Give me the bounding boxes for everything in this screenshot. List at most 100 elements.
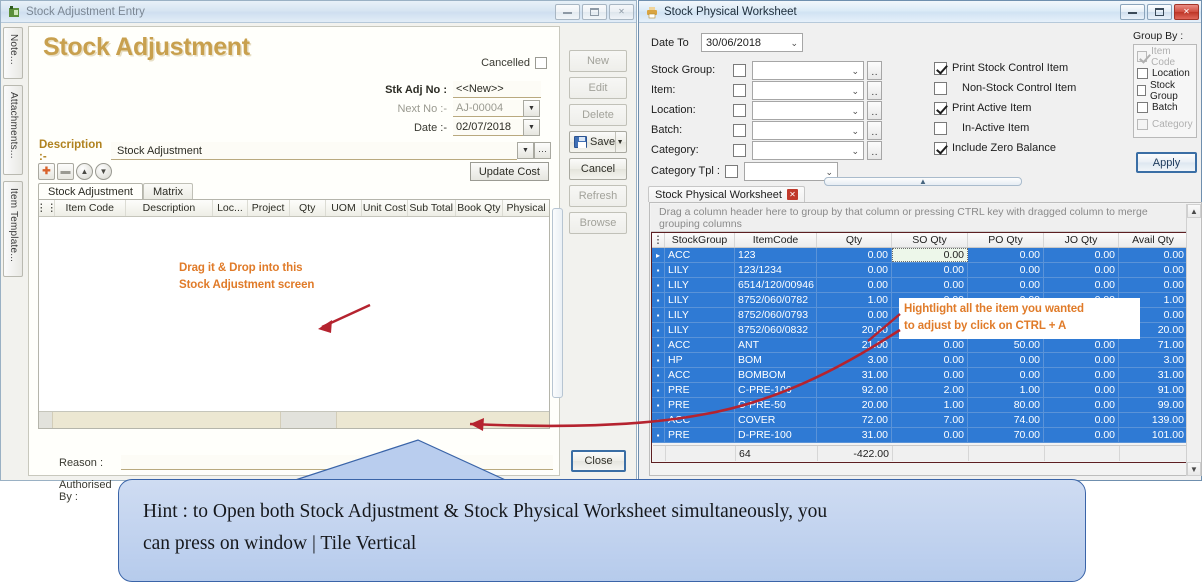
col-jo-qty[interactable]: JO Qty xyxy=(1044,233,1119,247)
add-row-icon[interactable]: ✚ xyxy=(38,163,55,180)
cell-avail-qty[interactable]: 3.00 xyxy=(1119,353,1187,367)
filter-category-checkbox[interactable] xyxy=(733,144,746,157)
option-in-active-item-checkbox[interactable] xyxy=(934,122,947,135)
cell-so-qty[interactable]: 7.00 xyxy=(892,413,968,427)
cell-po-qty[interactable]: 0.00 xyxy=(968,248,1044,262)
cell-itemcode[interactable]: 6514/120/00946 xyxy=(735,278,817,292)
worksheet-grid[interactable]: ⋮ StockGroup ItemCode Qty SO Qty PO Qty … xyxy=(651,232,1188,463)
cell-jo-qty[interactable]: 0.00 xyxy=(1044,248,1119,262)
col-book-qty[interactable]: Book Qty xyxy=(456,200,504,216)
date-dropdown-icon[interactable]: ▼ xyxy=(523,119,540,136)
refresh-button[interactable]: Refresh xyxy=(569,185,627,207)
cancelled-checkbox[interactable] xyxy=(535,57,547,69)
col-qty[interactable]: Qty xyxy=(290,200,326,216)
cell-so-qty[interactable]: 2.00 xyxy=(892,383,968,397)
cell-qty[interactable]: 21.00 xyxy=(817,338,892,352)
cancelled-field[interactable]: Cancelled xyxy=(481,57,547,69)
cell-po-qty[interactable]: 0.00 xyxy=(968,263,1044,277)
move-down-icon[interactable]: ▼ xyxy=(95,163,112,180)
apply-button[interactable]: Apply xyxy=(1136,152,1197,173)
cell-stockgroup[interactable]: PRE xyxy=(665,383,735,397)
cell-itemcode[interactable]: BOM xyxy=(735,353,817,367)
cell-jo-qty[interactable]: 0.00 xyxy=(1044,398,1119,412)
col-item-code[interactable]: Item Code xyxy=(55,200,126,216)
cell-avail-qty[interactable]: 71.00 xyxy=(1119,338,1187,352)
cell-qty[interactable]: 0.00 xyxy=(817,278,892,292)
col-uom[interactable]: UOM xyxy=(326,200,362,216)
cell-jo-qty[interactable]: 0.00 xyxy=(1044,353,1119,367)
cell-jo-qty[interactable]: 0.00 xyxy=(1044,278,1119,292)
cell-stockgroup[interactable]: ACC xyxy=(665,368,735,382)
cell-po-qty[interactable]: 80.00 xyxy=(968,398,1044,412)
worksheet-grid-rows[interactable]: ▸ACC1230.000.000.000.000.00▪LILY123/1234… xyxy=(652,248,1187,443)
cell-jo-qty[interactable]: 0.00 xyxy=(1044,263,1119,277)
cell-so-qty[interactable]: 0.00 xyxy=(892,263,968,277)
cell-qty[interactable]: 92.00 xyxy=(817,383,892,397)
cell-avail-qty[interactable]: 101.00 xyxy=(1119,428,1187,442)
cell-so-qty[interactable]: 0.00 xyxy=(892,353,968,367)
table-row[interactable]: ▪LILY6514/120/009460.000.000.000.000.00 xyxy=(652,278,1187,293)
grid-menu-icon[interactable]: ⋮ xyxy=(652,233,665,247)
cell-jo-qty[interactable]: 0.00 xyxy=(1044,338,1119,352)
cell-avail-qty[interactable]: 0.00 xyxy=(1119,278,1187,292)
category-tpl-checkbox[interactable] xyxy=(725,165,738,178)
tab-matrix[interactable]: Matrix xyxy=(143,183,193,199)
table-row[interactable]: ▪ACCCOVER72.007.0074.000.00139.00 xyxy=(652,413,1187,428)
col-itemcode[interactable]: ItemCode xyxy=(735,233,817,247)
cell-itemcode[interactable]: COVER xyxy=(735,413,817,427)
cell-qty[interactable]: 0.00 xyxy=(817,308,892,322)
save-dropdown-icon[interactable]: ▼ xyxy=(615,132,624,152)
table-row[interactable]: ▪HPBOM3.000.000.000.003.00 xyxy=(652,353,1187,368)
col-so-qty[interactable]: SO Qty xyxy=(892,233,968,247)
maximize-icon[interactable] xyxy=(1147,4,1172,20)
update-cost-button[interactable]: Update Cost xyxy=(470,162,549,181)
table-row[interactable]: ▪PREC-PRE-10092.002.001.000.0091.00 xyxy=(652,383,1187,398)
delete-button[interactable]: Delete xyxy=(569,104,627,126)
sidetab-attachments[interactable]: Attachments... xyxy=(3,85,23,175)
filter-item-browse-icon[interactable]: ·· xyxy=(867,81,882,100)
group-by-stock-group[interactable]: Stock Group xyxy=(1137,82,1193,99)
col-loc[interactable]: Loc... xyxy=(213,200,247,216)
cell-stockgroup[interactable]: LILY xyxy=(665,278,735,292)
table-row[interactable]: ▸ACC1230.000.000.000.000.00 xyxy=(652,248,1187,263)
cell-itemcode[interactable]: C-PRE-50 xyxy=(735,398,817,412)
cell-qty[interactable]: 1.00 xyxy=(817,293,892,307)
cell-stockgroup[interactable]: LILY xyxy=(665,308,735,322)
grid-menu-icon[interactable]: ⋮⋮ xyxy=(39,200,55,216)
col-physical[interactable]: Physical xyxy=(503,200,549,216)
cell-qty[interactable]: 31.00 xyxy=(817,368,892,382)
cell-avail-qty[interactable]: 0.00 xyxy=(1119,248,1187,262)
table-row[interactable]: ▪ACCBOMBOM31.000.000.000.0031.00 xyxy=(652,368,1187,383)
col-stockgroup[interactable]: StockGroup xyxy=(665,233,735,247)
filter-item-input[interactable]: ⌄ xyxy=(752,81,864,100)
next-no-dropdown-icon[interactable]: ▼ xyxy=(523,100,540,117)
option-include-zero-balance-checkbox[interactable] xyxy=(934,142,947,155)
group-panel-hint[interactable]: Drag a column header here to group by th… xyxy=(651,204,1188,232)
tab-stock-adjustment[interactable]: Stock Adjustment xyxy=(38,183,143,199)
cell-po-qty[interactable]: 1.00 xyxy=(968,383,1044,397)
save-button[interactable]: Save ▼ xyxy=(569,131,627,153)
cell-avail-qty[interactable]: 0.00 xyxy=(1119,263,1187,277)
filter-location-browse-icon[interactable]: ·· xyxy=(867,101,882,120)
col-project[interactable]: Project xyxy=(248,200,290,216)
option-print-stock-control-item[interactable]: Print Stock Control Item xyxy=(934,58,1076,78)
cell-itemcode[interactable]: 8752/060/0793 xyxy=(735,308,817,322)
filter-location-checkbox[interactable] xyxy=(733,104,746,117)
stock-adjustment-detail-grid[interactable]: ⋮⋮ Item Code Description Loc... Project … xyxy=(38,199,550,429)
description-dropdown-icon[interactable]: ▼ xyxy=(517,142,534,159)
cell-stockgroup[interactable]: LILY xyxy=(665,293,735,307)
table-row[interactable]: ▪LILY123/12340.000.000.000.000.00 xyxy=(652,263,1187,278)
option-print-active-item-checkbox[interactable] xyxy=(934,102,947,115)
cell-stockgroup[interactable]: PRE xyxy=(665,398,735,412)
cell-so-qty[interactable]: 0.00 xyxy=(892,368,968,382)
cell-po-qty[interactable]: 74.00 xyxy=(968,413,1044,427)
maximize-icon[interactable] xyxy=(582,4,607,20)
close-icon[interactable]: ✕ xyxy=(787,189,798,200)
cell-qty[interactable]: 20.00 xyxy=(817,398,892,412)
cell-stockgroup[interactable]: ACC xyxy=(665,413,735,427)
stk-adj-no-value[interactable]: <<New>> xyxy=(453,81,541,98)
cell-so-qty[interactable]: 1.00 xyxy=(892,398,968,412)
cell-so-qty[interactable]: 0.00 xyxy=(892,338,968,352)
group-by-batch-checkbox[interactable] xyxy=(1137,102,1148,113)
cell-itemcode[interactable]: 123/1234 xyxy=(735,263,817,277)
